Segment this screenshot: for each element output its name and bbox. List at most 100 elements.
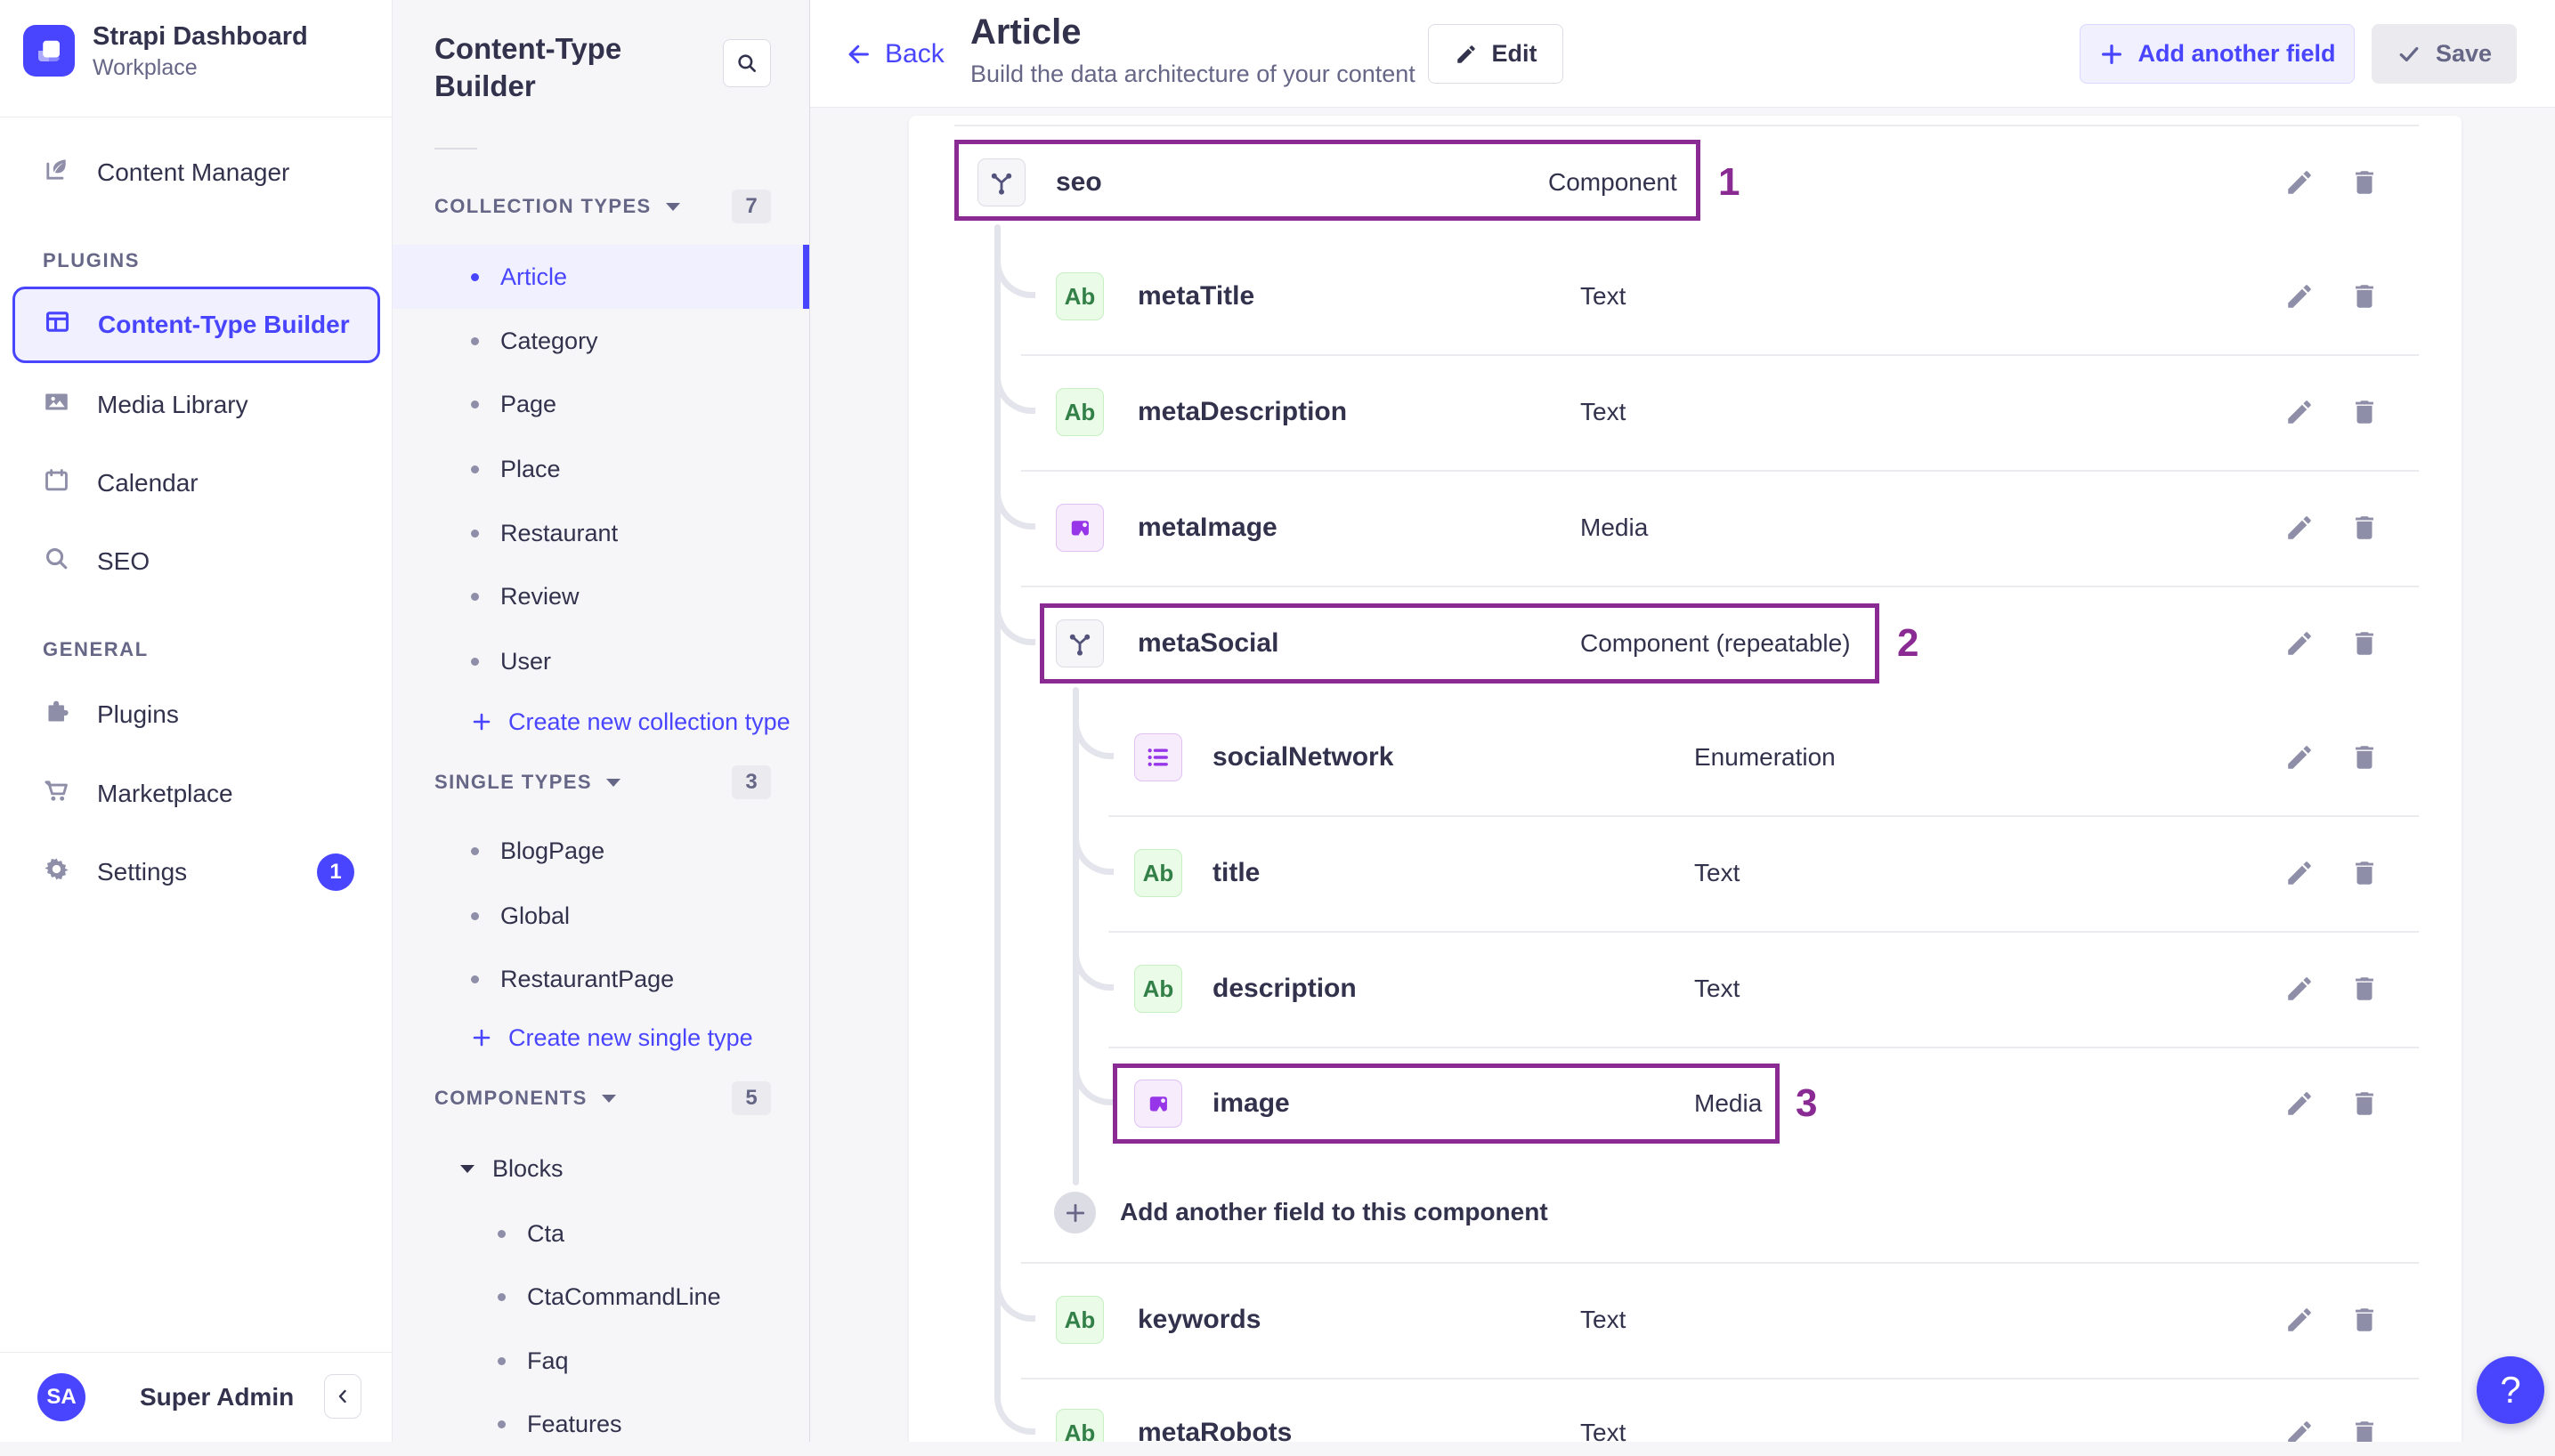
- sidebar-item-calendar[interactable]: Calendar: [0, 451, 392, 515]
- user-name: Super Admin: [140, 1383, 295, 1411]
- delete-field-button[interactable]: [2345, 969, 2384, 1008]
- delete-field-button[interactable]: [2345, 392, 2384, 432]
- delete-field-button[interactable]: [2345, 277, 2384, 316]
- single-type-global[interactable]: Global: [393, 884, 809, 948]
- field-name: metaTitle: [1138, 281, 1255, 311]
- single-type-blogpage[interactable]: BlogPage: [393, 819, 809, 883]
- collection-type-restaurant[interactable]: Restaurant: [393, 501, 809, 565]
- section-collection-types[interactable]: COLLECTION TYPES 7: [434, 187, 771, 226]
- delete-field-button[interactable]: [2345, 163, 2384, 202]
- delete-field-button[interactable]: [2345, 1084, 2384, 1123]
- search-button[interactable]: [723, 39, 771, 87]
- annotation-number-2: 2: [1897, 621, 1919, 665]
- field-type: Text: [1580, 1419, 1626, 1442]
- strapi-logo-icon: [23, 25, 75, 77]
- settings-notification-badge: 1: [317, 853, 354, 891]
- field-row-metasocial: metaSocial Component (repeatable): [909, 586, 2462, 701]
- component-field-icon: [977, 158, 1026, 206]
- section-single-types[interactable]: SINGLE TYPES 3: [434, 763, 771, 802]
- help-button[interactable]: ?: [2477, 1356, 2544, 1424]
- count-badge: 7: [732, 190, 771, 223]
- sidebar-item-plugins[interactable]: Plugins: [0, 683, 392, 747]
- component-ctacommandline[interactable]: CtaCommandLine: [393, 1265, 809, 1329]
- create-single-type-link[interactable]: Create new single type: [471, 1006, 753, 1070]
- back-link[interactable]: Back: [846, 0, 945, 108]
- component-features[interactable]: Features: [393, 1392, 809, 1456]
- sidebar-item-settings[interactable]: Settings 1: [0, 840, 392, 904]
- section-label: COLLECTION TYPES: [434, 195, 652, 217]
- field-name: seo: [1056, 167, 1102, 197]
- edit-field-button[interactable]: [2280, 738, 2319, 777]
- workspace-subtitle: Workplace: [93, 54, 198, 80]
- single-type-restaurantpage[interactable]: RestaurantPage: [393, 947, 809, 1011]
- bullet-icon: [471, 975, 479, 983]
- enumeration-field-icon: [1134, 733, 1182, 781]
- sidebar-item-content-manager[interactable]: Content Manager: [0, 141, 392, 205]
- field-name: image: [1213, 1088, 1290, 1118]
- text-field-icon: Ab: [1134, 849, 1182, 897]
- add-another-field-button[interactable]: Add another field: [2080, 24, 2355, 84]
- plus-icon: [2101, 44, 2121, 64]
- add-field-to-component-button[interactable]: [1054, 1192, 1096, 1234]
- layout-grid-icon: [44, 308, 71, 342]
- edit-field-button[interactable]: [2280, 163, 2319, 202]
- field-type: Text: [1580, 398, 1626, 425]
- component-cta[interactable]: Cta: [393, 1201, 809, 1266]
- sidebar-item-seo[interactable]: SEO: [0, 530, 392, 594]
- collapse-sidebar-button[interactable]: [324, 1374, 361, 1419]
- edit-field-button[interactable]: [2280, 508, 2319, 547]
- component-faq[interactable]: Faq: [393, 1329, 809, 1393]
- bullet-icon: [471, 911, 479, 920]
- collection-type-review[interactable]: Review: [393, 564, 809, 628]
- section-components[interactable]: COMPONENTS 5: [434, 1079, 771, 1118]
- edit-button[interactable]: Edit: [1428, 24, 1563, 84]
- bullet-icon: [498, 1420, 506, 1428]
- field-row-keywords: Ab keywords Text: [909, 1262, 2462, 1378]
- count-badge: 3: [732, 765, 771, 799]
- field-type: Media: [1580, 514, 1649, 541]
- delete-field-button[interactable]: [2345, 508, 2384, 547]
- field-type: Text: [1580, 282, 1626, 310]
- delete-field-button[interactable]: [2345, 853, 2384, 893]
- save-button[interactable]: Save: [2372, 24, 2517, 84]
- page-header: Back Article Build the data architecture…: [810, 0, 2555, 108]
- sidebar-item-content-type-builder[interactable]: Content-Type Builder: [12, 287, 380, 363]
- collection-type-category[interactable]: Category: [393, 309, 809, 373]
- search-icon: [43, 545, 70, 578]
- sidebar-item-media-library[interactable]: Media Library: [0, 373, 392, 437]
- edit-field-button[interactable]: [2280, 1084, 2319, 1123]
- edit-field-button[interactable]: [2280, 277, 2319, 316]
- collection-type-place[interactable]: Place: [393, 437, 809, 501]
- delete-field-button[interactable]: [2345, 1413, 2384, 1442]
- delete-field-button[interactable]: [2345, 1300, 2384, 1339]
- annotation-number-1: 1: [1718, 160, 1740, 204]
- add-field-to-component-label[interactable]: Add another field to this component: [1120, 1198, 1548, 1226]
- edit-field-button[interactable]: [2280, 853, 2319, 893]
- collection-type-article[interactable]: Article: [393, 245, 809, 309]
- text-field-icon: Ab: [1056, 272, 1104, 320]
- delete-field-button[interactable]: [2345, 738, 2384, 777]
- sidebar-item-marketplace[interactable]: Marketplace: [0, 762, 392, 826]
- section-label: SINGLE TYPES: [434, 771, 592, 793]
- section-label-plugins: PLUGINS: [43, 249, 140, 271]
- field-row-metaimage: metaImage Media: [909, 470, 2462, 586]
- collection-type-user[interactable]: User: [393, 629, 809, 693]
- delete-field-button[interactable]: [2345, 624, 2384, 663]
- edit-field-button[interactable]: [2280, 969, 2319, 1008]
- collection-type-page[interactable]: Page: [393, 372, 809, 436]
- create-collection-type-link[interactable]: Create new collection type: [471, 690, 791, 754]
- edit-field-button[interactable]: [2280, 392, 2319, 432]
- plus-icon: [1066, 1203, 1084, 1222]
- calendar-icon: [43, 466, 70, 500]
- sidebar-item-label: SEO: [97, 547, 150, 575]
- app-sidebar: Strapi Dashboard Workplace Content Manag…: [0, 0, 393, 1442]
- field-type: Enumeration: [1694, 743, 1836, 771]
- edit-field-button[interactable]: [2280, 1413, 2319, 1442]
- chevron-down-icon: [605, 778, 620, 787]
- edit-field-button[interactable]: [2280, 624, 2319, 663]
- component-group-blocks[interactable]: Blocks: [393, 1136, 809, 1201]
- section-label-general: GENERAL: [43, 638, 149, 660]
- field-row-metatitle: Ab metaTitle Text: [909, 239, 2462, 354]
- bullet-icon: [471, 272, 479, 281]
- edit-field-button[interactable]: [2280, 1300, 2319, 1339]
